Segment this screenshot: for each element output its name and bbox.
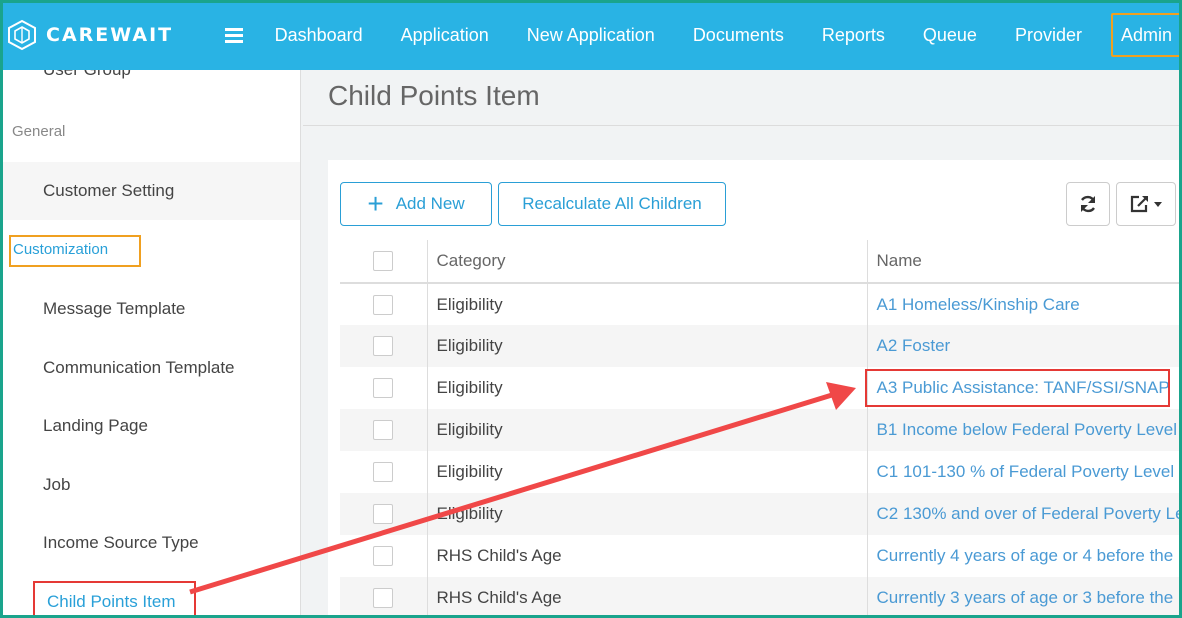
row-checkbox[interactable] [373, 336, 393, 357]
name-link[interactable]: C1 101-130 % of Federal Poverty Level [867, 451, 1182, 493]
refresh-button[interactable] [1066, 182, 1110, 226]
sidebar-section-customization[interactable]: Customization [9, 235, 141, 267]
select-all-cell [340, 240, 428, 284]
category-cell: Eligibility [427, 283, 868, 325]
row-select-cell [340, 325, 428, 367]
sidebar-item-job[interactable]: Job [43, 475, 70, 495]
table-row: Eligibility A2 Foster [340, 325, 1182, 367]
sidebar-item-landing-page[interactable]: Landing Page [43, 416, 148, 436]
row-select-cell [340, 367, 428, 409]
sidebar-item-communication-template[interactable]: Communication Template [43, 358, 235, 378]
row-checkbox[interactable] [373, 294, 393, 315]
export-button[interactable] [1116, 182, 1176, 226]
nav-provider[interactable]: Provider [996, 0, 1101, 70]
nav-reports[interactable]: Reports [803, 0, 904, 70]
table-row: Eligibility B1 Income below Federal Pove… [340, 409, 1182, 451]
page-title: Child Points Item [328, 80, 540, 111]
top-navbar: CAREWAIT Dashboard Application New Appli… [0, 0, 1182, 70]
hamburger-icon [224, 27, 243, 43]
name-link[interactable]: B1 Income below Federal Poverty Level [867, 409, 1182, 451]
category-cell: RHS Child's Age [427, 577, 868, 618]
sidebar-item-message-template[interactable]: Message Template [43, 299, 185, 319]
row-select-cell [340, 409, 428, 451]
name-link[interactable]: Currently 4 years of age or 4 before the [867, 535, 1182, 577]
child-points-table: Category Name Eligibility A1 Homeless/Ki… [340, 240, 1182, 618]
sidebar-section-general: General [12, 123, 66, 140]
name-link[interactable]: Currently 3 years of age or 3 before the [867, 577, 1182, 618]
row-checkbox[interactable] [373, 420, 393, 441]
row-select-cell [340, 451, 428, 493]
row-checkbox[interactable] [373, 504, 393, 525]
table-row: RHS Child's Age Currently 3 years of age… [340, 577, 1182, 618]
name-link[interactable]: A1 Homeless/Kinship Care [867, 283, 1182, 325]
sidebar-item-child-points-item[interactable]: Child Points Item [33, 581, 196, 618]
refresh-icon [1080, 195, 1096, 213]
row-select-cell [340, 577, 428, 618]
row-select-cell [340, 493, 428, 535]
row-checkbox[interactable] [373, 546, 393, 567]
nav-queue[interactable]: Queue [904, 0, 996, 70]
category-cell: Eligibility [427, 325, 868, 367]
add-new-label: Add New [395, 194, 465, 213]
table-row: Eligibility A1 Homeless/Kinship Care [340, 283, 1182, 325]
name-link[interactable]: A3 Public Assistance: TANF/SSI/SNAP [867, 367, 1182, 409]
export-icon [1130, 195, 1162, 213]
sidebar-item-user-group[interactable]: User Group [43, 70, 131, 80]
name-link[interactable]: A2 Foster [867, 325, 1182, 367]
row-checkbox[interactable] [373, 588, 393, 609]
brand-logo[interactable]: CAREWAIT [6, 19, 207, 51]
content-panel: + Add New Recalculate All Children Categ… [328, 160, 1182, 618]
category-cell: Eligibility [427, 367, 868, 409]
table-row: Eligibility A3 Public Assistance: TANF/S… [340, 367, 1182, 409]
add-new-button[interactable]: + Add New [340, 182, 492, 226]
category-cell: Eligibility [427, 493, 868, 535]
table-row: Eligibility C1 101-130 % of Federal Pove… [340, 451, 1182, 493]
nav-documents[interactable]: Documents [674, 0, 803, 70]
row-checkbox[interactable] [373, 462, 393, 483]
sidebar: User Group General Customer Setting Cust… [3, 70, 301, 618]
sidebar-item-customer-setting[interactable]: Customer Setting [43, 181, 174, 201]
category-cell: Eligibility [427, 409, 868, 451]
nav-new-application[interactable]: New Application [508, 0, 674, 70]
title-divider [303, 125, 1182, 126]
name-link[interactable]: C2 130% and over of Federal Poverty Leve… [867, 493, 1182, 535]
table-header-row: Category Name [340, 240, 1182, 284]
nav-admin[interactable]: Admin [1110, 13, 1182, 57]
menu-toggle-button[interactable] [211, 27, 255, 43]
carewait-logo-icon [8, 19, 36, 51]
nav-application[interactable]: Application [382, 0, 508, 70]
plus-icon: + [367, 188, 384, 219]
row-select-cell [340, 283, 428, 325]
sidebar-item-income-source-type[interactable]: Income Source Type [43, 533, 199, 553]
nav-dashboard[interactable]: Dashboard [256, 0, 382, 70]
category-cell: RHS Child's Age [427, 535, 868, 577]
table-row: Eligibility C2 130% and over of Federal … [340, 493, 1182, 535]
recalculate-all-children-button[interactable]: Recalculate All Children [498, 182, 726, 226]
category-cell: Eligibility [427, 451, 868, 493]
column-header-category[interactable]: Category [427, 240, 868, 284]
row-checkbox[interactable] [373, 378, 393, 399]
brand-name: CAREWAIT [46, 24, 174, 46]
column-header-name[interactable]: Name [867, 240, 1182, 284]
row-select-cell [340, 535, 428, 577]
table-row: RHS Child's Age Currently 4 years of age… [340, 535, 1182, 577]
select-all-checkbox[interactable] [373, 251, 393, 272]
